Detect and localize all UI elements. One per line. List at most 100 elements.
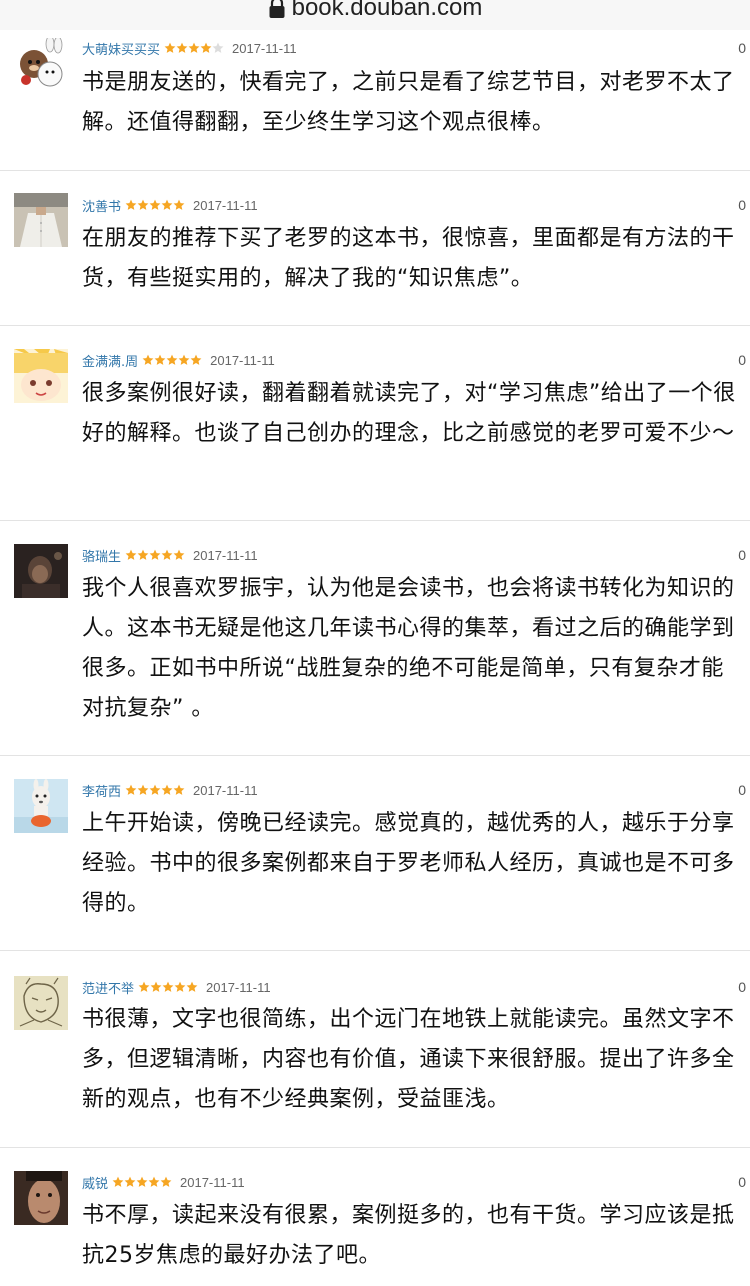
star-icon bbox=[142, 354, 154, 365]
rating-stars bbox=[112, 1176, 172, 1188]
vote-count[interactable]: 0 bbox=[738, 197, 746, 213]
star-icon bbox=[176, 42, 188, 53]
star-icon bbox=[186, 981, 198, 992]
username-link[interactable]: 李荷西 bbox=[82, 781, 121, 800]
star-icon bbox=[173, 784, 185, 795]
review-meta: 沈善书 2017-11-11 bbox=[82, 195, 258, 215]
avatar-image bbox=[14, 1171, 68, 1225]
rating-stars bbox=[138, 981, 198, 993]
browser-url-bar[interactable]: book.douban.com bbox=[0, 0, 750, 30]
star-icon bbox=[166, 354, 178, 365]
review-item: 范进不举 2017-11-11 0 书很薄，文字也很简练，出个远门在地铁上就能读… bbox=[0, 950, 750, 1148]
review-text: 书不厚，读起来没有很累，案例挺多的，也有干货。学习应该是抵抗25岁焦虑的最好办法… bbox=[82, 1203, 735, 1268]
rating-stars bbox=[142, 354, 202, 366]
avatar-image bbox=[14, 38, 68, 92]
star-icon bbox=[138, 981, 150, 992]
review-item: 李荷西 2017-11-11 0 上午开始读，傍晚已经读完。感觉真的，越优秀的人… bbox=[0, 755, 750, 951]
star-icon bbox=[137, 199, 149, 210]
review-item: 威锐 2017-11-11 0 书不厚，读起来没有很累，案例挺多的，也有干货。学… bbox=[0, 1147, 750, 1286]
avatar[interactable] bbox=[14, 544, 68, 598]
avatar-image bbox=[14, 976, 68, 1030]
star-icon bbox=[112, 1176, 124, 1187]
avatar[interactable] bbox=[14, 779, 68, 833]
star-icon bbox=[188, 42, 200, 53]
star-icon bbox=[212, 42, 224, 53]
username-link[interactable]: 金满满.周 bbox=[82, 351, 138, 370]
username-link[interactable]: 大萌妹买买买 bbox=[82, 39, 160, 58]
star-icon bbox=[178, 354, 190, 365]
star-icon bbox=[200, 42, 212, 53]
vote-count[interactable]: 0 bbox=[738, 40, 746, 56]
url-text: book.douban.com bbox=[291, 0, 483, 21]
star-icon bbox=[160, 1176, 172, 1187]
avatar[interactable] bbox=[14, 38, 68, 92]
review-date: 2017-11-11 bbox=[180, 1174, 245, 1190]
review-item: 骆瑞生 2017-11-11 0 我个人很喜欢罗振宇，认为他是会读书，也会将读书… bbox=[0, 520, 750, 756]
star-icon bbox=[149, 199, 161, 210]
review-date: 2017-11-11 bbox=[206, 979, 271, 995]
star-icon bbox=[149, 784, 161, 795]
review-item: 沈善书 2017-11-11 0 在朋友的推荐下买了老罗的这本书，很惊喜，里面都… bbox=[0, 170, 750, 326]
username-link[interactable]: 范进不举 bbox=[82, 978, 134, 997]
star-icon bbox=[173, 549, 185, 560]
review-item: 大萌妹买买买 2017-11-11 0 书是朋友送的，快看完了，之前只是看了综艺… bbox=[0, 30, 750, 171]
review-date: 2017-11-11 bbox=[193, 547, 258, 563]
review-date: 2017-11-11 bbox=[193, 197, 258, 213]
avatar-image bbox=[14, 193, 68, 247]
review-meta: 大萌妹买买买 2017-11-11 bbox=[82, 38, 297, 58]
vote-count[interactable]: 0 bbox=[738, 1174, 746, 1190]
star-icon bbox=[173, 199, 185, 210]
star-icon bbox=[136, 1176, 148, 1187]
star-icon bbox=[162, 981, 174, 992]
review-meta: 范进不举 2017-11-11 bbox=[82, 977, 271, 997]
review-date: 2017-11-11 bbox=[232, 40, 297, 56]
star-icon bbox=[124, 1176, 136, 1187]
star-icon bbox=[125, 549, 137, 560]
review-meta: 李荷西 2017-11-11 bbox=[82, 780, 258, 800]
star-icon bbox=[125, 784, 137, 795]
review-text: 书是朋友送的，快看完了，之前只是看了综艺节目，对老罗不太了解。还值得翻翻，至少终… bbox=[82, 70, 735, 135]
star-icon bbox=[161, 549, 173, 560]
avatar[interactable] bbox=[14, 349, 68, 403]
vote-count[interactable]: 0 bbox=[738, 782, 746, 798]
avatar-image bbox=[14, 779, 68, 833]
review-date: 2017-11-11 bbox=[193, 782, 258, 798]
star-icon bbox=[125, 199, 137, 210]
star-icon bbox=[154, 354, 166, 365]
review-meta: 威锐 2017-11-11 bbox=[82, 1172, 245, 1192]
vote-count[interactable]: 0 bbox=[738, 979, 746, 995]
username-link[interactable]: 威锐 bbox=[82, 1173, 108, 1192]
review-text: 很多案例很好读，翻着翻着就读完了，对“学习焦虑”给出了一个很好的解释。也谈了自己… bbox=[82, 381, 736, 446]
review-text: 我个人很喜欢罗振宇，认为他是会读书，也会将读书转化为知识的人。这本书无疑是他这几… bbox=[82, 576, 735, 721]
avatar-image bbox=[14, 349, 68, 403]
review-meta: 金满满.周 2017-11-11 bbox=[82, 350, 275, 370]
review-date: 2017-11-11 bbox=[210, 352, 275, 368]
review-text: 在朋友的推荐下买了老罗的这本书，很惊喜，里面都是有方法的干货，有些挺实用的，解决… bbox=[82, 226, 735, 291]
star-icon bbox=[149, 549, 161, 560]
star-icon bbox=[148, 1176, 160, 1187]
star-icon bbox=[190, 354, 202, 365]
star-icon bbox=[137, 784, 149, 795]
star-icon bbox=[161, 784, 173, 795]
vote-count[interactable]: 0 bbox=[738, 547, 746, 563]
star-icon bbox=[137, 549, 149, 560]
review-item: 金满满.周 2017-11-11 0 很多案例很好读，翻着翻着就读完了，对“学习… bbox=[0, 325, 750, 521]
username-link[interactable]: 沈善书 bbox=[82, 196, 121, 215]
star-icon bbox=[150, 981, 162, 992]
lock-icon bbox=[269, 0, 285, 18]
rating-stars bbox=[125, 199, 185, 211]
vote-count[interactable]: 0 bbox=[738, 352, 746, 368]
review-text: 书很薄，文字也很简练，出个远门在地铁上就能读完。虽然文字不多，但逻辑清晰，内容也… bbox=[82, 1007, 735, 1112]
rating-stars bbox=[164, 42, 224, 54]
rating-stars bbox=[125, 549, 185, 561]
avatar[interactable] bbox=[14, 193, 68, 247]
avatar[interactable] bbox=[14, 976, 68, 1030]
star-icon bbox=[174, 981, 186, 992]
username-link[interactable]: 骆瑞生 bbox=[82, 546, 121, 565]
avatar[interactable] bbox=[14, 1171, 68, 1225]
star-icon bbox=[161, 199, 173, 210]
url-container: book.douban.com bbox=[268, 0, 483, 22]
avatar-image bbox=[14, 544, 68, 598]
review-meta: 骆瑞生 2017-11-11 bbox=[82, 545, 258, 565]
review-text: 上午开始读，傍晚已经读完。感觉真的，越优秀的人，越乐于分享经验。书中的很多案例都… bbox=[82, 811, 735, 916]
